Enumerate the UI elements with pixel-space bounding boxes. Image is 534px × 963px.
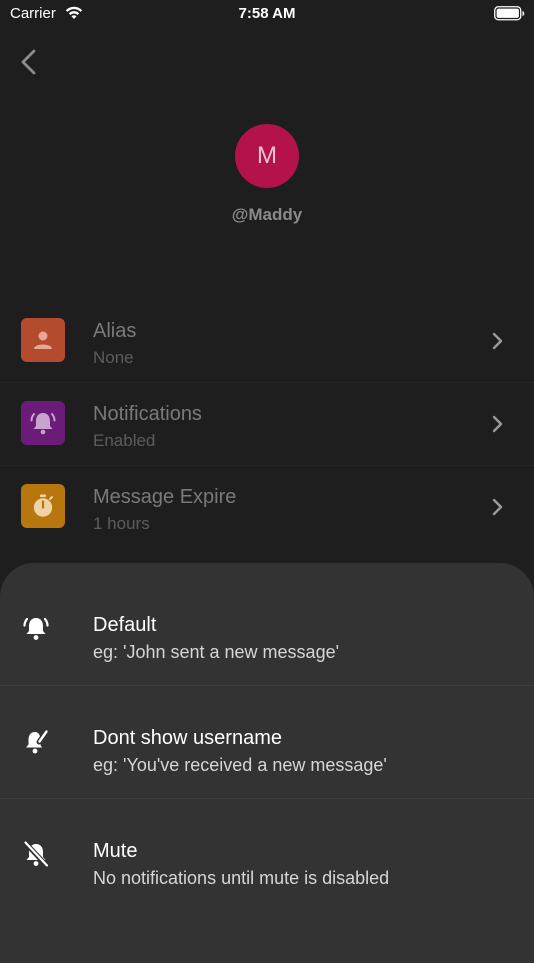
option-default-title: Default [93, 614, 157, 636]
settings-row-alias[interactable]: Alias None [0, 300, 534, 383]
option-mute-subtitle: No notifications until mute is disabled [93, 868, 390, 888]
timer-icon [21, 484, 65, 528]
option-default[interactable]: Default eg: 'John sent a new message' [0, 573, 534, 686]
chevron-right-icon [492, 498, 503, 516]
option-dont-show-username-title: Dont show username [93, 727, 282, 749]
battery-icon [494, 6, 525, 21]
settings-row-notifications[interactable]: Notifications Enabled [0, 383, 534, 466]
option-dont-show-username-subtitle: eg: 'You've received a new message' [93, 755, 387, 775]
avatar: M [235, 124, 299, 188]
chevron-right-icon [492, 415, 503, 433]
option-default-subtitle: eg: 'John sent a new message' [93, 642, 340, 662]
bell-edit-icon [26, 729, 49, 754]
username-label: @Maddy [231, 205, 303, 224]
back-chevron-icon[interactable] [14, 46, 44, 78]
alias-value: None [93, 348, 134, 367]
clock-label: 7:58 AM [238, 5, 296, 22]
option-dont-show-username[interactable]: Dont show username eg: 'You've received … [0, 686, 534, 799]
bell-ringing-icon [21, 401, 65, 445]
option-mute-title: Mute [93, 840, 138, 862]
status-bar: Carrier 7:58 AM [0, 0, 534, 28]
alias-title: Alias [93, 320, 137, 342]
bell-ringing-icon [23, 617, 49, 640]
message-expire-title: Message Expire [93, 486, 237, 508]
notifications-title: Notifications [93, 403, 202, 425]
message-expire-value: 1 hours [93, 514, 150, 533]
option-mute[interactable]: Mute No notifications until mute is disa… [0, 799, 534, 912]
bell-off-icon [22, 840, 50, 869]
person-icon [21, 318, 65, 362]
chevron-right-icon [492, 332, 503, 350]
avatar-initial: M [257, 142, 277, 169]
settings-row-message-expire[interactable]: Message Expire 1 hours [0, 466, 534, 549]
notification-options-sheet: Default eg: 'John sent a new message' Do… [0, 563, 534, 963]
notifications-value: Enabled [93, 431, 156, 450]
